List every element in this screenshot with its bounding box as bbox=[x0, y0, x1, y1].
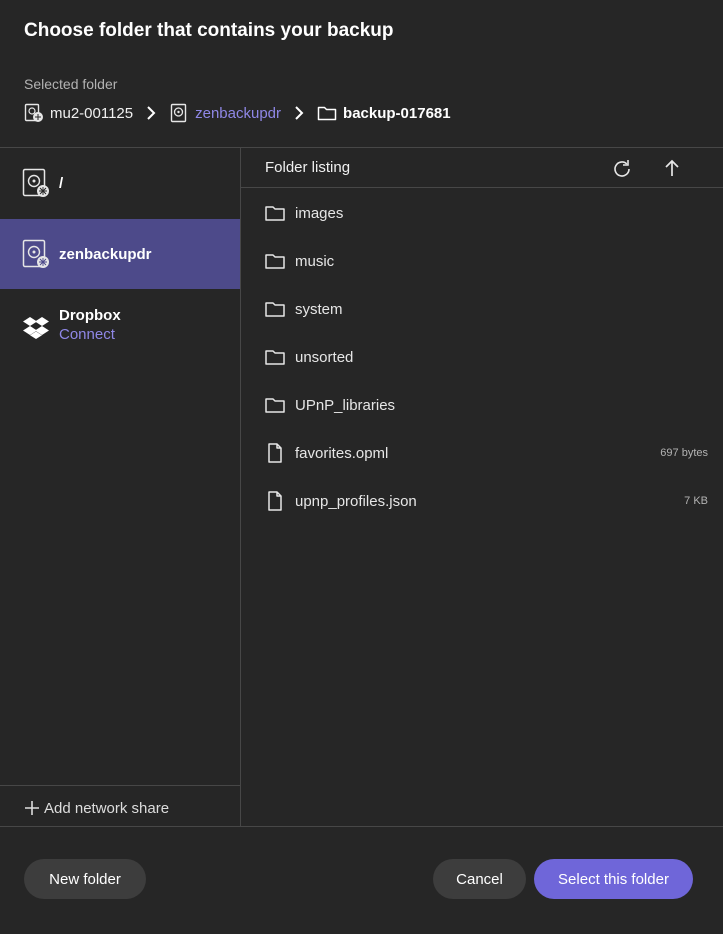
folder-icon bbox=[264, 394, 286, 416]
dropbox-text: Dropbox Connect bbox=[59, 307, 121, 343]
dropbox-icon bbox=[22, 310, 50, 340]
divider bbox=[0, 785, 240, 786]
item-size: 697 bytes bbox=[660, 447, 708, 459]
plus-icon bbox=[24, 800, 40, 816]
sidebar: / zenbackupdr Dropbox Connect Add networ… bbox=[0, 148, 240, 826]
add-network-share-label: Add network share bbox=[44, 799, 170, 817]
breadcrumb-label: mu2-001125 bbox=[50, 104, 134, 122]
item-name: music bbox=[295, 252, 335, 270]
listing-header: Folder listing bbox=[241, 148, 723, 188]
new-folder-button[interactable]: New folder bbox=[24, 859, 146, 899]
breadcrumb-item-host[interactable]: mu2-001125 bbox=[24, 103, 133, 123]
item-name: images bbox=[295, 204, 344, 222]
list-item[interactable]: system bbox=[241, 285, 723, 333]
list-item[interactable]: favorites.opml 697 bytes bbox=[241, 429, 723, 477]
breadcrumb-label: backup-017681 bbox=[343, 104, 451, 122]
file-icon bbox=[264, 490, 286, 512]
breadcrumb: mu2-001125 zenbackupdr backup-017681 bbox=[24, 102, 451, 124]
refresh-icon[interactable] bbox=[611, 158, 633, 180]
sidebar-item-label: / bbox=[59, 174, 64, 192]
select-folder-button[interactable]: Select this folder bbox=[534, 859, 693, 899]
chevron-right-icon bbox=[143, 105, 159, 121]
network-drive-icon bbox=[24, 103, 44, 123]
list-item[interactable]: unsorted bbox=[241, 333, 723, 381]
folder-icon bbox=[264, 298, 286, 320]
list-item[interactable]: upnp_profiles.json 7 KB bbox=[241, 477, 723, 525]
hard-drive-icon bbox=[169, 103, 189, 123]
folder-listing: Folder listing images music system unsor… bbox=[241, 148, 723, 826]
folder-icon bbox=[264, 346, 286, 368]
folder-icon bbox=[317, 103, 337, 123]
sidebar-item-root[interactable]: / bbox=[0, 148, 240, 218]
cancel-button[interactable]: Cancel bbox=[433, 859, 526, 899]
sidebar-item-label: zenbackupdr bbox=[59, 245, 152, 263]
hard-drive-icon bbox=[22, 239, 50, 269]
folder-icon bbox=[264, 250, 286, 272]
sidebar-item-zenbackupdr[interactable]: zenbackupdr bbox=[0, 219, 240, 289]
dialog-title: Choose folder that contains your backup bbox=[24, 20, 394, 41]
item-name: UPnP_libraries bbox=[295, 396, 396, 414]
item-name: system bbox=[295, 300, 343, 318]
sidebar-item-dropbox[interactable]: Dropbox Connect bbox=[0, 290, 240, 360]
item-name: unsorted bbox=[295, 348, 354, 366]
list-item[interactable]: music bbox=[241, 237, 723, 285]
list-item[interactable]: images bbox=[241, 189, 723, 237]
arrow-up-icon[interactable] bbox=[662, 158, 682, 178]
breadcrumb-item-current: backup-017681 bbox=[317, 103, 451, 123]
listing-title: Folder listing bbox=[265, 159, 351, 176]
breadcrumb-label: zenbackupdr bbox=[195, 104, 282, 122]
item-size: 7 KB bbox=[684, 495, 708, 507]
divider bbox=[0, 826, 723, 827]
sidebar-item-label: Dropbox bbox=[59, 307, 121, 324]
item-name: upnp_profiles.json bbox=[295, 492, 417, 510]
selected-folder-label: Selected folder bbox=[24, 76, 118, 92]
dropbox-connect-link[interactable]: Connect bbox=[59, 326, 121, 343]
add-network-share-button[interactable]: Add network share bbox=[24, 798, 169, 818]
chevron-right-icon bbox=[291, 105, 307, 121]
file-icon bbox=[264, 442, 286, 464]
hard-drive-icon bbox=[22, 168, 50, 198]
list-item[interactable]: UPnP_libraries bbox=[241, 381, 723, 429]
breadcrumb-item-drive[interactable]: zenbackupdr bbox=[169, 103, 281, 123]
folder-icon bbox=[264, 202, 286, 224]
item-name: favorites.opml bbox=[295, 444, 389, 462]
